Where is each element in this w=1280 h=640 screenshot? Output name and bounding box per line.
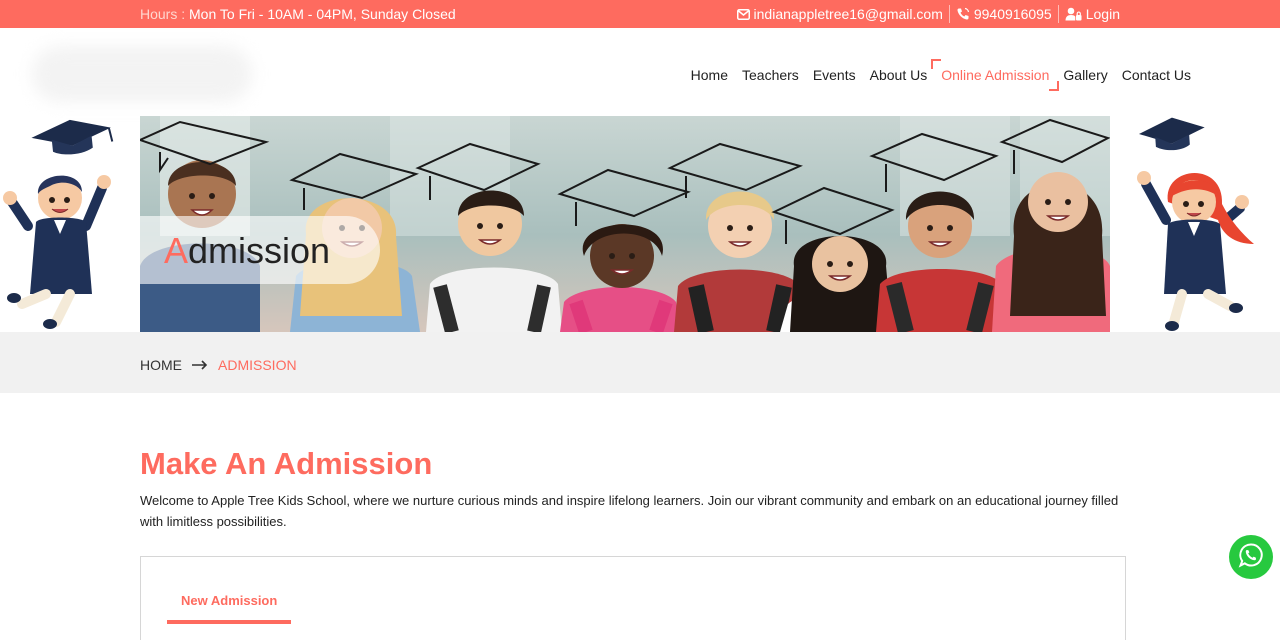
girl-graduate-illustration [1137,117,1254,331]
nav-online-admission[interactable]: Online Admission [931,59,1060,91]
nav-events[interactable]: Events [806,67,863,83]
opening-hours: Hours : Mon To Fri - 10AM - 04PM, Sunday… [140,6,456,22]
intro-text: Welcome to Apple Tree Kids School, where… [140,493,1119,529]
page-heading: Make An Admission [140,446,433,481]
envelope-icon [736,8,750,20]
phone-link[interactable]: 9940916095 [950,6,1058,22]
nav-home[interactable]: Home [684,67,735,83]
user-lock-icon [1065,7,1082,21]
phone-text: 9940916095 [973,6,1052,22]
banner-title-rest: dmission [188,230,331,271]
breadcrumb: HOME ADMISSION [140,357,297,373]
email-text: indianappletree16@gmail.com [753,6,943,22]
top-contact-links: indianappletree16@gmail.com 9940916095 L… [731,5,1126,23]
email-link[interactable]: indianappletree16@gmail.com [731,6,949,22]
tab-new-admission[interactable]: New Admission [167,593,292,624]
phone-icon [956,7,970,21]
whatsapp-icon [1238,542,1264,573]
page-banner: Admission [140,116,1110,332]
admission-form-card: New Admission [140,556,1126,640]
hours-label: Hours : [140,6,190,22]
banner-title: Admission [140,216,380,284]
banner-title-first-letter: A [164,230,189,271]
school-logo[interactable] [32,46,252,102]
login-text: Login [1085,6,1120,22]
breadcrumb-home[interactable]: HOME [140,357,182,373]
nav-contact-us[interactable]: Contact Us [1115,67,1198,83]
breadcrumb-current: ADMISSION [218,357,297,373]
boy-graduate-illustration [3,119,114,329]
breadcrumb-bar: HOME ADMISSION [0,332,1280,393]
arrow-right-icon [192,357,208,373]
nav-teachers[interactable]: Teachers [735,67,806,83]
top-info-bar: Hours : Mon To Fri - 10AM - 04PM, Sunday… [0,0,1280,28]
login-link[interactable]: Login [1059,6,1126,22]
whatsapp-button[interactable] [1229,535,1273,579]
main-navigation: Home Teachers Events About Us Online Adm… [684,59,1198,91]
nav-gallery[interactable]: Gallery [1056,67,1114,83]
nav-about-us[interactable]: About Us [863,67,935,83]
hours-text: Mon To Fri - 10AM - 04PM, Sunday Closed [189,6,456,22]
